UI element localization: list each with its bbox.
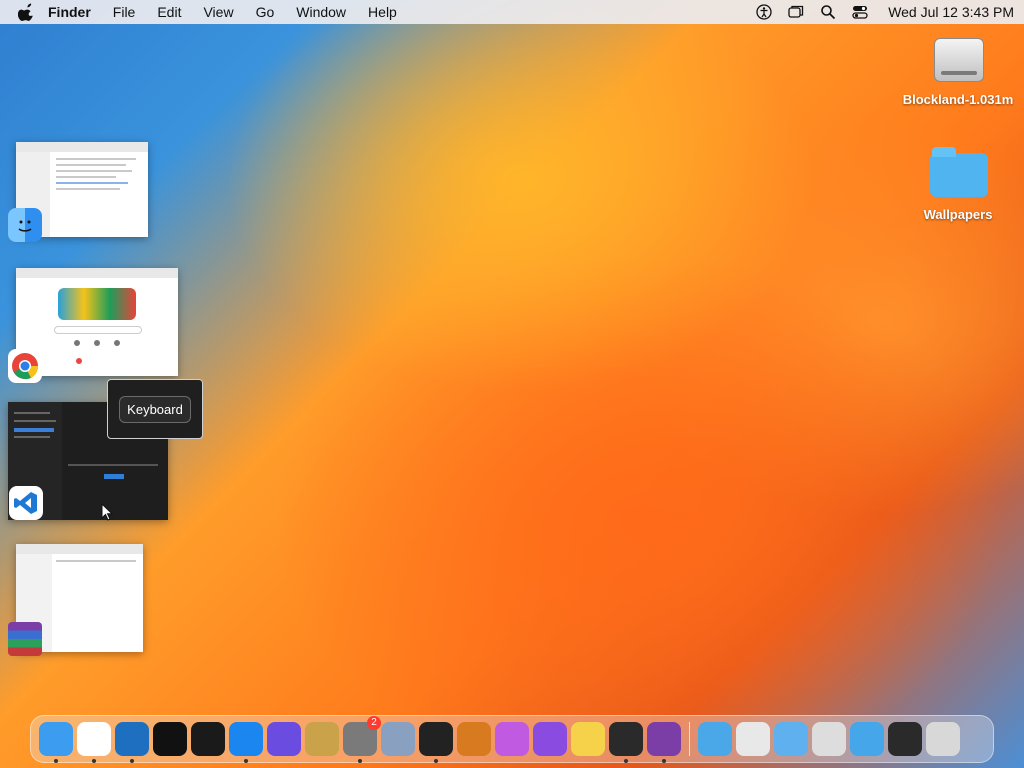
vscode-icon[interactable] [9, 486, 43, 520]
dock-stack-applications-folder[interactable] [698, 722, 732, 756]
menu-edit[interactable]: Edit [157, 4, 181, 20]
menu-view[interactable]: View [203, 4, 233, 20]
dock-item-notes[interactable] [571, 722, 605, 756]
tooltip-label: Keyboard [119, 395, 191, 423]
running-indicator [244, 759, 248, 763]
window-stack-icon[interactable] [788, 4, 804, 20]
menu-help[interactable]: Help [368, 4, 397, 20]
dock-item-archive-utility[interactable] [305, 722, 339, 756]
dock-item-terminal[interactable] [419, 722, 453, 763]
winrar-icon[interactable] [8, 622, 42, 656]
running-indicator [358, 759, 362, 763]
control-center-icon[interactable] [852, 4, 868, 20]
finder-icon[interactable] [8, 208, 42, 242]
dock-stack-trash[interactable] [926, 722, 960, 756]
notification-badge: 2 [367, 716, 381, 730]
dock-stack-document[interactable] [736, 722, 770, 756]
dock-item-winrar[interactable] [647, 722, 681, 763]
dock-item-widgets[interactable] [191, 722, 225, 756]
running-indicator [130, 759, 134, 763]
window-title-tooltip: Keyboard [107, 379, 203, 439]
accessibility-icon[interactable] [756, 4, 772, 20]
mouse-cursor-icon [101, 503, 113, 521]
running-indicator [624, 759, 628, 763]
dock-item-system-settings[interactable]: 2 [343, 716, 381, 763]
apple-menu-icon[interactable] [18, 3, 36, 21]
dock-item-vscode[interactable] [115, 722, 149, 763]
search-icon[interactable] [820, 4, 836, 20]
dock-item-capcut[interactable] [153, 722, 187, 756]
dock: 2 [30, 715, 994, 763]
menu-window[interactable]: Window [296, 4, 346, 20]
running-indicator [54, 759, 58, 763]
dock-stack-documents-folder[interactable] [774, 722, 808, 756]
dock-item-xcode-tools[interactable] [381, 722, 415, 756]
folder-icon [928, 145, 988, 203]
status-area: Wed Jul 12 3:43 PM [756, 4, 1014, 20]
dock-item-shortcuts[interactable] [495, 722, 529, 756]
running-indicator [92, 759, 96, 763]
dock-item-visual-studio[interactable] [533, 722, 567, 756]
hard-disk-icon [928, 30, 988, 88]
dock-item-garageband[interactable] [457, 722, 491, 756]
running-indicator [434, 759, 438, 763]
menu-clock[interactable]: Wed Jul 12 3:43 PM [888, 4, 1014, 20]
dock-stack-downloads-folder[interactable] [850, 722, 884, 756]
dock-item-launchpad[interactable] [267, 722, 301, 756]
dock-stack-printer[interactable] [812, 722, 846, 756]
desktop-item-blockland[interactable]: Blockland-1.031m [898, 30, 1018, 107]
desktop-item-label: Wallpapers [923, 207, 993, 222]
dock-item-finder[interactable] [39, 722, 73, 763]
desktop-item-label: Blockland-1.031m [902, 92, 1014, 107]
running-indicator [662, 759, 666, 763]
desktop-item-wallpapers[interactable]: Wallpapers [898, 145, 1018, 222]
dock-separator [689, 722, 690, 756]
menu-go[interactable]: Go [256, 4, 275, 20]
dock-item-activity-monitor[interactable] [609, 722, 643, 763]
menu-app-name[interactable]: Finder [48, 4, 91, 20]
dock-item-chrome[interactable] [77, 722, 111, 763]
dock-item-app-store[interactable] [229, 722, 263, 763]
chrome-icon[interactable] [8, 349, 42, 383]
dock-stack-activity-monitor[interactable] [888, 722, 922, 756]
menu-bar: Finder File Edit View Go Window Help Wed… [0, 0, 1024, 24]
menu-file[interactable]: File [113, 4, 136, 20]
